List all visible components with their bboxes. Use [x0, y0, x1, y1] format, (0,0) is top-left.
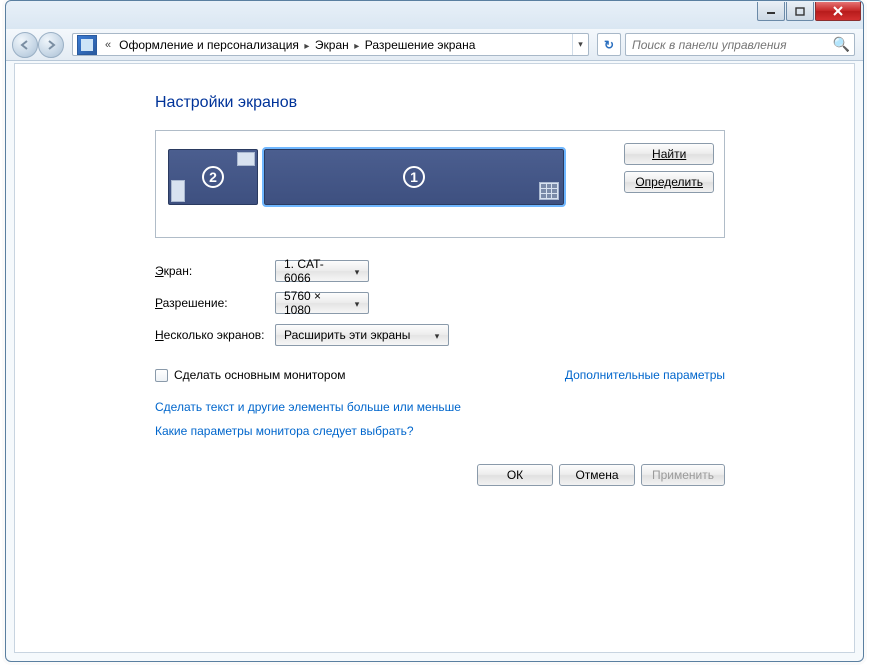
make-primary-label: Сделать основным монитором: [174, 368, 346, 382]
multi-display-label: Несколько экранов:: [155, 328, 275, 342]
refresh-button[interactable]: ↻: [597, 33, 621, 56]
search-input[interactable]: [630, 37, 833, 53]
close-button[interactable]: [815, 2, 861, 21]
breadcrumb-seg-1[interactable]: Оформление и персонализация: [115, 38, 303, 52]
monitor-number: 2: [202, 166, 224, 188]
forward-button[interactable]: [38, 32, 64, 58]
minimize-icon: [766, 7, 776, 15]
monitor-number: 1: [403, 166, 425, 188]
back-button[interactable]: [12, 32, 38, 58]
search-box[interactable]: 🔍: [625, 33, 855, 56]
advanced-settings-link[interactable]: Дополнительные параметры: [565, 368, 725, 382]
chevron-down-icon: [430, 328, 444, 342]
refresh-icon: ↻: [604, 38, 614, 52]
page-title: Настройки экранов: [155, 94, 826, 112]
settings-form: Экран: 1. CAT-6066 Разрешение: 5760 × 10…: [155, 260, 725, 346]
help-params-link[interactable]: Какие параметры монитора следует выбрать…: [155, 424, 414, 438]
breadcrumb-overflow[interactable]: «: [101, 39, 115, 51]
monitor-1[interactable]: 1: [264, 149, 564, 205]
chevron-down-icon: [350, 296, 364, 310]
monitor-overlay-icon: [237, 152, 255, 166]
make-primary-checkbox[interactable]: [155, 369, 168, 382]
close-icon: [832, 6, 844, 16]
control-panel-icon: [77, 35, 97, 55]
multi-display-combo[interactable]: Расширить эти экраны: [275, 324, 449, 346]
breadcrumb-dropdown[interactable]: [572, 34, 588, 55]
display-value: 1. CAT-6066: [284, 257, 350, 285]
monitor-2[interactable]: 2: [168, 149, 258, 205]
window-frame: « Оформление и персонализация Экран Разр…: [5, 0, 864, 662]
breadcrumb-seg-3[interactable]: Разрешение экрана: [361, 38, 480, 52]
content-panel: Настройки экранов 2 1: [14, 63, 855, 653]
multi-display-value: Расширить эти экраны: [284, 328, 430, 342]
monitor-overlay-icon: [171, 180, 185, 202]
display-label: Экран:: [155, 264, 275, 278]
maximize-icon: [795, 7, 805, 16]
display-preview: 2 1 Найти Определить: [155, 130, 725, 238]
resolution-label: Разрешение:: [155, 296, 275, 310]
arrow-right-icon: [45, 39, 57, 51]
arrow-left-icon: [19, 39, 31, 51]
resolution-combo[interactable]: 5760 × 1080: [275, 292, 369, 314]
nav-back-forward: [12, 32, 62, 58]
text-size-link[interactable]: Сделать текст и другие элементы больше и…: [155, 400, 461, 414]
display-combo[interactable]: 1. CAT-6066: [275, 260, 369, 282]
find-button[interactable]: Найти: [624, 143, 714, 165]
chevron-right-icon[interactable]: [303, 38, 311, 52]
identify-button[interactable]: Определить: [624, 171, 714, 193]
breadcrumb-seg-2[interactable]: Экран: [311, 38, 353, 52]
resolution-value: 5760 × 1080: [284, 289, 350, 317]
minimize-button[interactable]: [757, 2, 785, 21]
search-icon[interactable]: 🔍: [833, 36, 850, 53]
breadcrumb[interactable]: « Оформление и персонализация Экран Разр…: [72, 33, 589, 56]
monitor-tray-icon: [539, 182, 559, 200]
cancel-button[interactable]: Отмена: [559, 464, 635, 486]
titlebar: [6, 1, 863, 29]
chevron-right-icon[interactable]: [353, 38, 361, 52]
ok-button[interactable]: ОК: [477, 464, 553, 486]
chevron-down-icon: [350, 264, 364, 278]
navbar: « Оформление и персонализация Экран Разр…: [6, 29, 863, 61]
apply-button: Применить: [641, 464, 725, 486]
maximize-button[interactable]: [786, 2, 814, 21]
